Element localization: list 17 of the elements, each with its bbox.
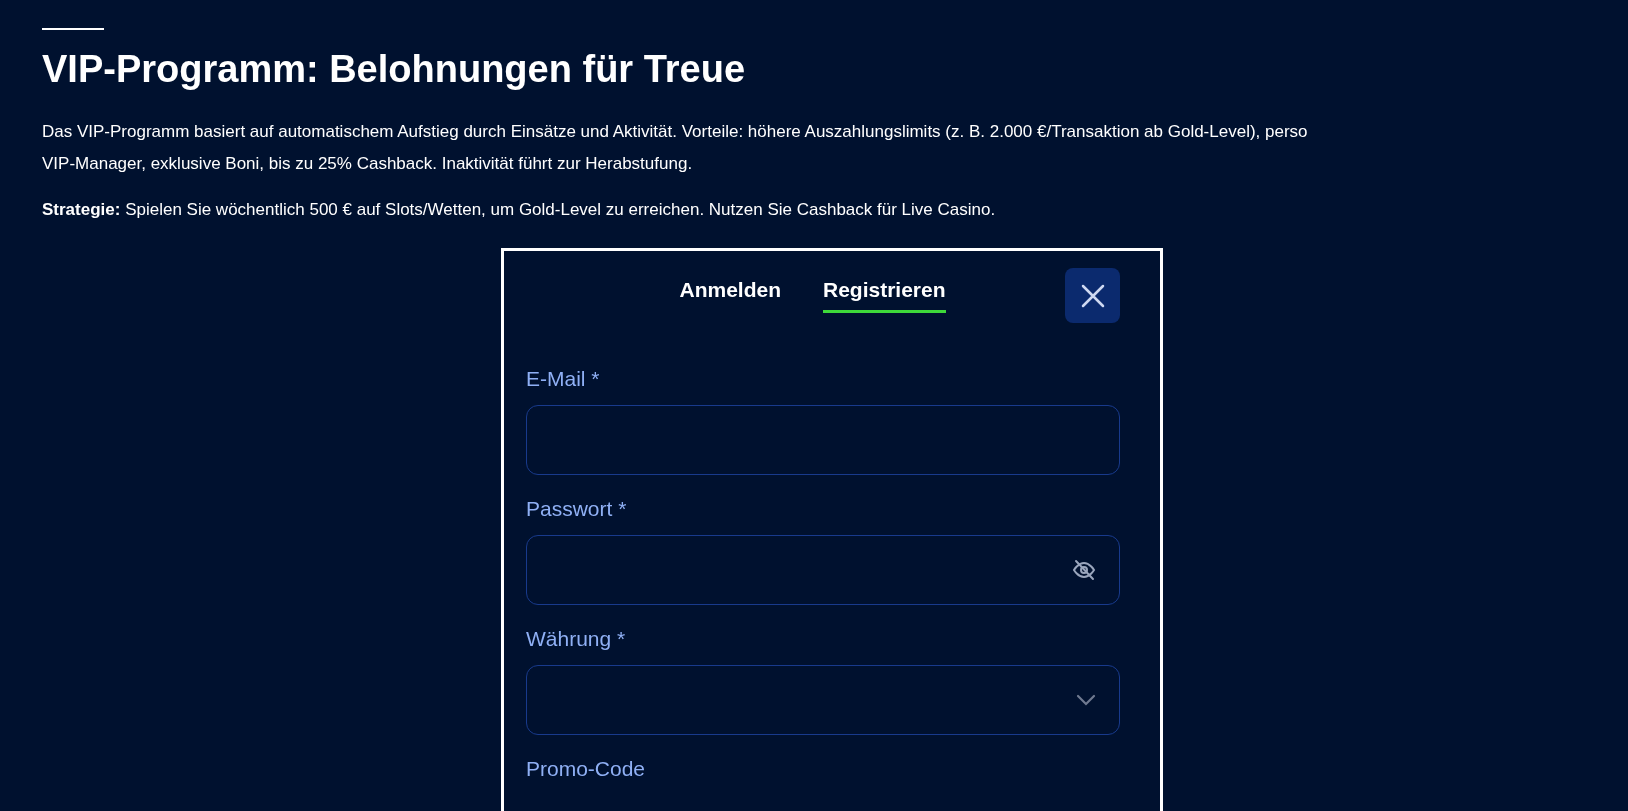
tab[interactable]: Anmelden <box>679 278 781 314</box>
eye-off-icon[interactable] <box>1071 557 1097 582</box>
field-label: Promo-Code <box>526 756 646 781</box>
select-field[interactable] <box>526 664 1120 735</box>
field-label: E-Mail * <box>526 366 600 391</box>
paragraph-line: VIP-Manager, exklusive Boni, bis zu 25% Cashback. Inaktivität führt zur Herabstufung. <box>42 152 693 175</box>
tab[interactable]: Registrieren <box>823 278 946 314</box>
input-field[interactable] <box>526 404 1120 475</box>
close-icon <box>1079 282 1106 309</box>
page-title: VIP-Programm: Belohnungen für Treue <box>42 48 747 92</box>
paragraph-line: Das VIP-Programm basiert auf automatischem Aufstieg durch Einsätze und Aktivität. Vorteile: höhere Auszahlungslimits (z. B. 2.000 €/Transaktion ab Gold-Level), perso <box>42 120 1308 143</box>
chevron-down-icon[interactable] <box>1075 692 1097 707</box>
field-label: Passwort * <box>526 496 627 521</box>
field-label: Währung * <box>526 626 626 651</box>
input-field[interactable] <box>526 534 1120 605</box>
strategy-text: Strategie: Spielen Sie wöchentlich 500 € auf Slots/Wetten, um Gold-Level zu erreichen. Nutzen Sie Cashback für Live Casino. <box>42 198 996 221</box>
close-button[interactable] <box>1065 268 1120 324</box>
